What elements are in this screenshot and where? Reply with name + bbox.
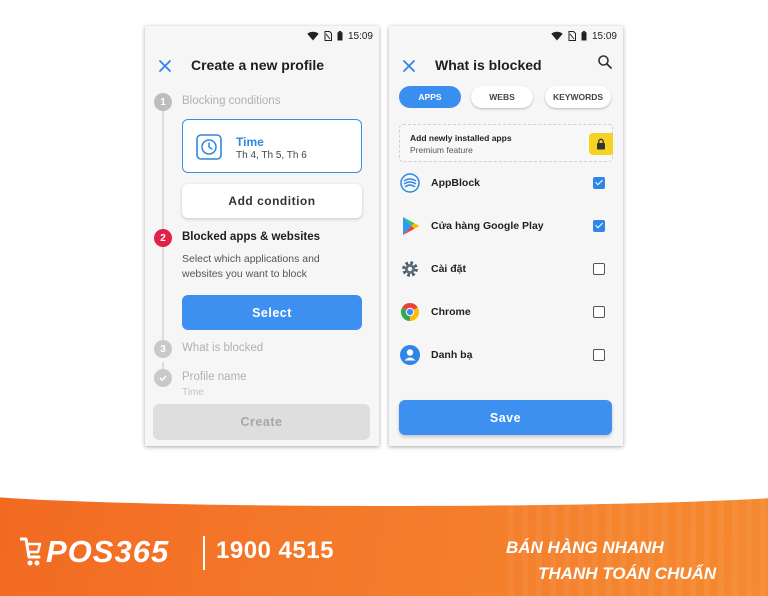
step-number-2: 2	[154, 229, 172, 247]
logo-text: POS365	[46, 534, 170, 569]
wifi-icon	[551, 31, 563, 41]
what-is-blocked-screen: 15:09 What is blocked APPS WEBS KEYWORDS…	[389, 26, 623, 446]
save-button[interactable]: Save	[399, 400, 612, 435]
app-list-item[interactable]: AppBlock	[389, 162, 623, 205]
hotline-number: 1900 4515	[216, 537, 334, 564]
app-name: Chrome	[431, 306, 471, 318]
app-checkbox[interactable]	[593, 220, 605, 232]
app-name: Cửa hàng Google Play	[431, 220, 544, 232]
promo-banner: POS365 1900 4515 BÁN HÀNG NHANH THANH TO…	[0, 494, 768, 596]
tab-apps[interactable]: APPS	[399, 86, 461, 108]
tab-webs[interactable]: WEBS	[471, 86, 533, 108]
app-bar: What is blocked	[389, 46, 623, 86]
condition-card-time[interactable]: Time Th 4, Th 5, Th 6	[182, 119, 362, 173]
create-profile-screen: 15:09 Create a new profile 1 Blocking co…	[145, 26, 379, 446]
app-bar: Create a new profile	[145, 46, 379, 86]
app-checkbox[interactable]	[593, 306, 605, 318]
battery-icon	[337, 31, 343, 41]
slogan-line-2: THANH TOÁN CHUẨN	[538, 564, 717, 583]
google-play-icon	[403, 217, 419, 235]
step-label-what-is-blocked: What is blocked	[182, 342, 264, 354]
app-list-item[interactable]: Chrome	[389, 291, 623, 334]
step-label-profile-name: Profile name	[182, 371, 247, 383]
chrome-icon	[400, 303, 420, 321]
step-connector	[162, 246, 164, 348]
step-number-3: 3	[154, 340, 172, 358]
tab-keywords[interactable]: KEYWORDS	[545, 86, 611, 108]
app-name: Cài đặt	[431, 263, 467, 275]
app-name: AppBlock	[431, 177, 481, 189]
search-icon[interactable]	[597, 54, 613, 70]
premium-subtitle: Premium feature	[410, 145, 473, 155]
shopping-cart-icon	[20, 537, 42, 566]
premium-feature-box[interactable]: Add newly installed apps Premium feature	[399, 124, 613, 162]
condition-title: Time	[236, 135, 264, 149]
step-label-blocked-apps: Blocked apps & websites	[182, 231, 321, 243]
appblock-icon	[400, 173, 420, 193]
lock-icon	[589, 133, 613, 155]
page-title: Create a new profile	[191, 57, 325, 73]
app-checkbox[interactable]	[593, 263, 605, 275]
status-bar: 15:09	[145, 26, 379, 46]
app-name: Danh bạ	[431, 349, 473, 361]
app-list-item[interactable]: Danh bạ	[389, 334, 623, 377]
list-fade-overlay	[389, 384, 623, 400]
step-connector	[162, 110, 164, 232]
step-number-1: 1	[154, 93, 172, 111]
step-done-check-icon	[154, 369, 172, 387]
status-time: 15:09	[591, 30, 617, 42]
no-sim-icon	[568, 31, 576, 41]
close-icon[interactable]	[399, 56, 419, 76]
clock-icon	[196, 134, 222, 160]
settings-gear-icon	[402, 261, 418, 277]
wifi-icon	[307, 31, 319, 41]
step-description: Select which applications and websites y…	[182, 253, 320, 280]
page-title: What is blocked	[435, 57, 542, 73]
app-list-item[interactable]: Cửa hàng Google Play	[389, 205, 623, 248]
close-icon[interactable]	[155, 56, 175, 76]
status-time: 15:09	[347, 30, 373, 42]
banner-divider	[203, 536, 205, 570]
app-checkbox[interactable]	[593, 349, 605, 361]
no-sim-icon	[324, 31, 332, 41]
step-label-blocking-conditions: Blocking conditions	[182, 95, 281, 107]
slogan-line-1: BÁN HÀNG NHANH	[506, 538, 664, 557]
pos365-logo: POS365	[20, 532, 169, 572]
contacts-icon	[400, 345, 420, 365]
app-checkbox[interactable]	[593, 177, 605, 189]
add-condition-button[interactable]: Add condition	[182, 184, 362, 218]
premium-title: Add newly installed apps	[410, 133, 512, 143]
filter-tabs: APPS WEBS KEYWORDS	[397, 86, 615, 108]
app-list-item[interactable]: Cài đặt	[389, 248, 623, 291]
create-button[interactable]: Create	[153, 404, 370, 440]
profile-name-value: Time	[182, 387, 204, 398]
select-button[interactable]: Select	[182, 295, 362, 330]
status-bar: 15:09	[389, 26, 623, 46]
condition-days: Th 4, Th 5, Th 6	[236, 150, 307, 161]
battery-icon	[581, 31, 587, 41]
